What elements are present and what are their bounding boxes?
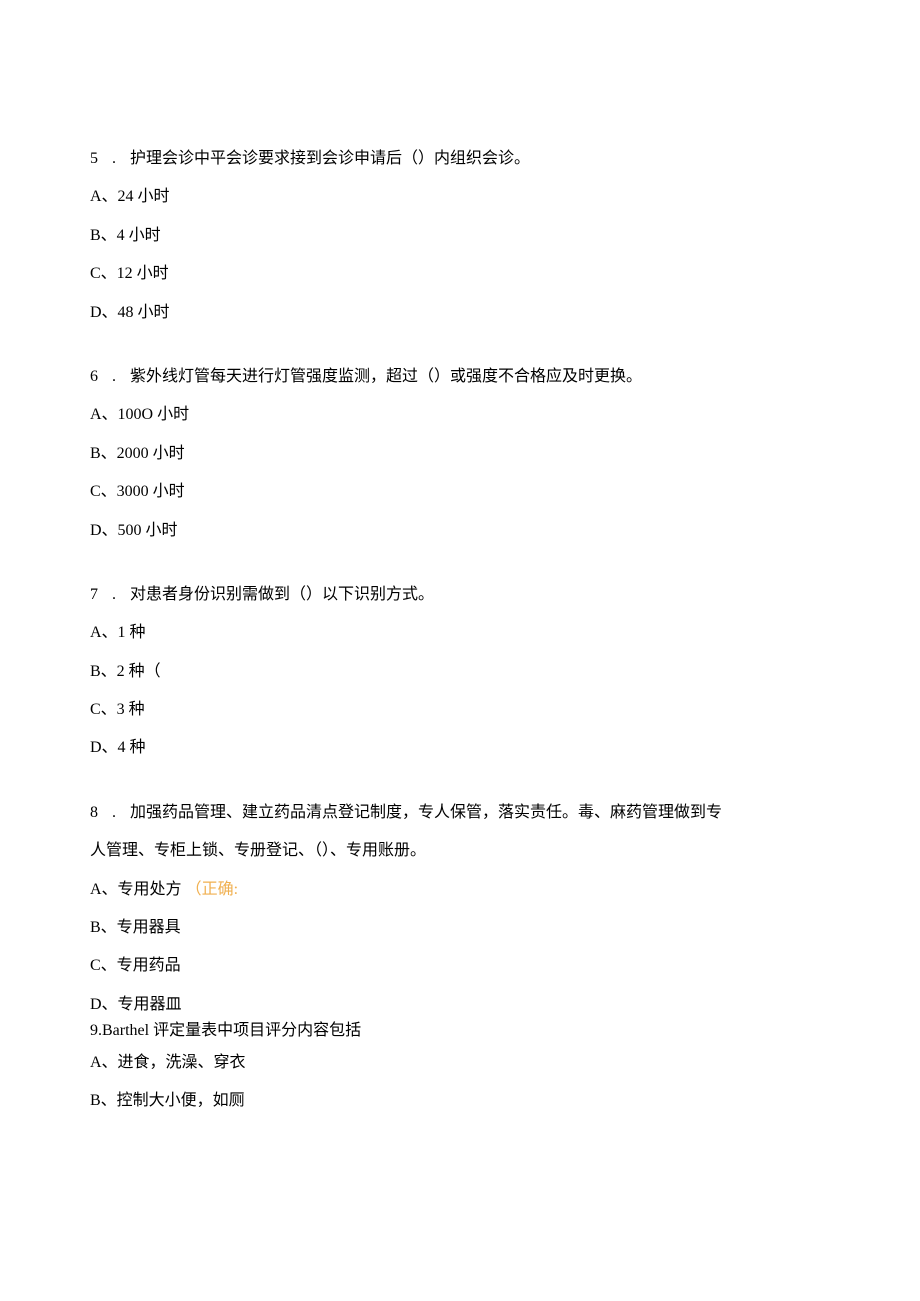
option-c: C、3000 小时: [90, 473, 830, 511]
question-stem-line2: 人管理、专柜上锁、专册登记、（）、专用账册。: [90, 832, 830, 870]
option-c: C、12 小时: [90, 255, 830, 293]
option-b: B、4 小时: [90, 217, 830, 255]
question-dot: .: [112, 576, 130, 614]
option-d: D、500 小时: [90, 512, 830, 550]
option-b: B、2000 小时: [90, 435, 830, 473]
question-number: 5: [90, 140, 112, 178]
option-d: D、4 种: [90, 729, 830, 767]
correct-marker: （正确:: [186, 881, 238, 898]
option-a-label: A、专用处方: [90, 881, 182, 898]
option-b: B、控制大小便，如厕: [90, 1082, 830, 1120]
question-number: 7: [90, 576, 112, 614]
question-number: 6: [90, 358, 112, 396]
option-a: A、100O 小时: [90, 396, 830, 434]
question-9: 9.Barthel 评定量表中项目评分内容包括 A、进食，洗澡、穿衣 B、控制大…: [90, 1018, 830, 1120]
option-a: A、1 种: [90, 614, 830, 652]
question-stem: 护理会诊中平会诊要求接到会诊申请后（）内组织会诊。: [130, 140, 830, 178]
question-5: 5 . 护理会诊中平会诊要求接到会诊申请后（）内组织会诊。 A、24 小时 B、…: [90, 140, 830, 332]
question-stem: 9.Barthel 评定量表中项目评分内容包括: [90, 1018, 830, 1044]
question-dot: .: [112, 794, 130, 832]
question-8: 8 . 加强药品管理、建立药品清点登记制度，专人保管，落实责任。毒、麻药管理做到…: [90, 794, 830, 1024]
question-6: 6 . 紫外线灯管每天进行灯管强度监测，超过（）或强度不合格应及时更换。 A、1…: [90, 358, 830, 550]
option-a: A、24 小时: [90, 178, 830, 216]
option-b: B、专用器具: [90, 909, 830, 947]
option-c: C、专用药品: [90, 947, 830, 985]
question-dot: .: [112, 140, 130, 178]
option-b: B、2 种（: [90, 653, 830, 691]
question-stem-line1: 加强药品管理、建立药品清点登记制度，专人保管，落实责任。毒、麻药管理做到专: [130, 794, 830, 832]
question-stem: 对患者身份识别需做到（）以下识别方式。: [130, 576, 830, 614]
question-stem-row: 6 . 紫外线灯管每天进行灯管强度监测，超过（）或强度不合格应及时更换。: [90, 358, 830, 396]
question-stem: 紫外线灯管每天进行灯管强度监测，超过（）或强度不合格应及时更换。: [130, 358, 830, 396]
option-a: A、专用处方 （正确:: [90, 871, 830, 909]
question-stem-row: 5 . 护理会诊中平会诊要求接到会诊申请后（）内组织会诊。: [90, 140, 830, 178]
question-stem-row: 7 . 对患者身份识别需做到（）以下识别方式。: [90, 576, 830, 614]
option-d: D、48 小时: [90, 294, 830, 332]
question-number: 8: [90, 794, 112, 832]
question-stem-row: 8 . 加强药品管理、建立药品清点登记制度，专人保管，落实责任。毒、麻药管理做到…: [90, 794, 830, 832]
option-c: C、3 种: [90, 691, 830, 729]
question-dot: .: [112, 358, 130, 396]
question-7: 7 . 对患者身份识别需做到（）以下识别方式。 A、1 种 B、2 种（ C、3…: [90, 576, 830, 768]
document-page: 5 . 护理会诊中平会诊要求接到会诊申请后（）内组织会诊。 A、24 小时 B、…: [0, 0, 920, 1301]
option-a: A、进食，洗澡、穿衣: [90, 1044, 830, 1082]
